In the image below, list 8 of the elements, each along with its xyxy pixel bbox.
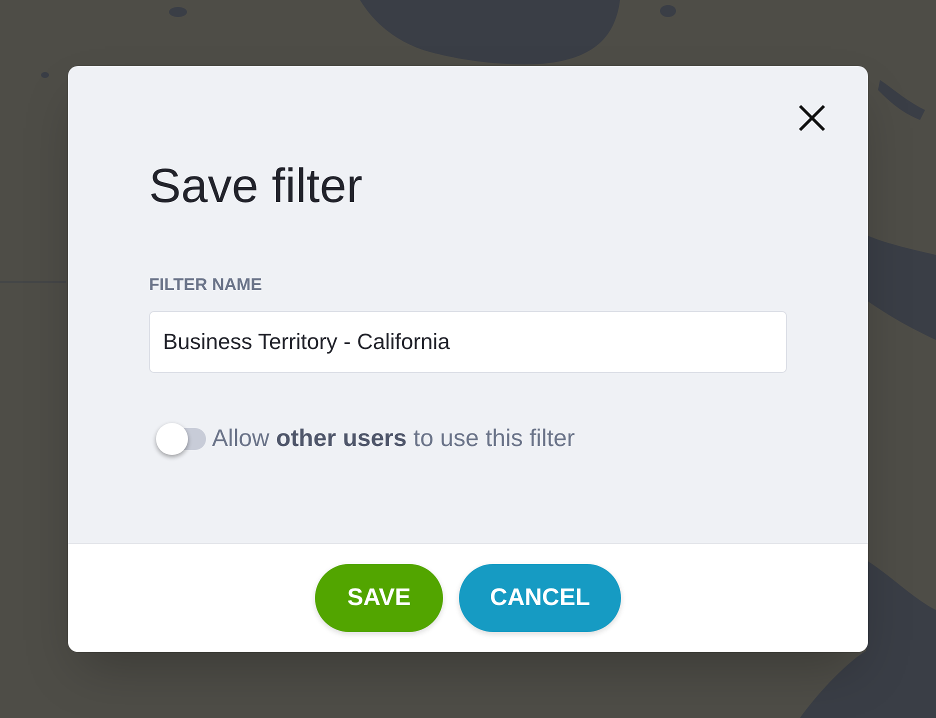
cancel-button[interactable]: CANCEL [459, 564, 621, 632]
toggle-label: Allow other users to use this filter [212, 424, 575, 454]
dialog-title: Save filter [149, 163, 362, 211]
filter-name-field[interactable]: Business Territory - California [149, 311, 787, 373]
close-icon[interactable] [798, 104, 826, 132]
field-label: FILTER NAME [149, 275, 262, 295]
save-button[interactable]: SAVE [315, 564, 443, 632]
toggle-switch[interactable] [156, 423, 206, 455]
